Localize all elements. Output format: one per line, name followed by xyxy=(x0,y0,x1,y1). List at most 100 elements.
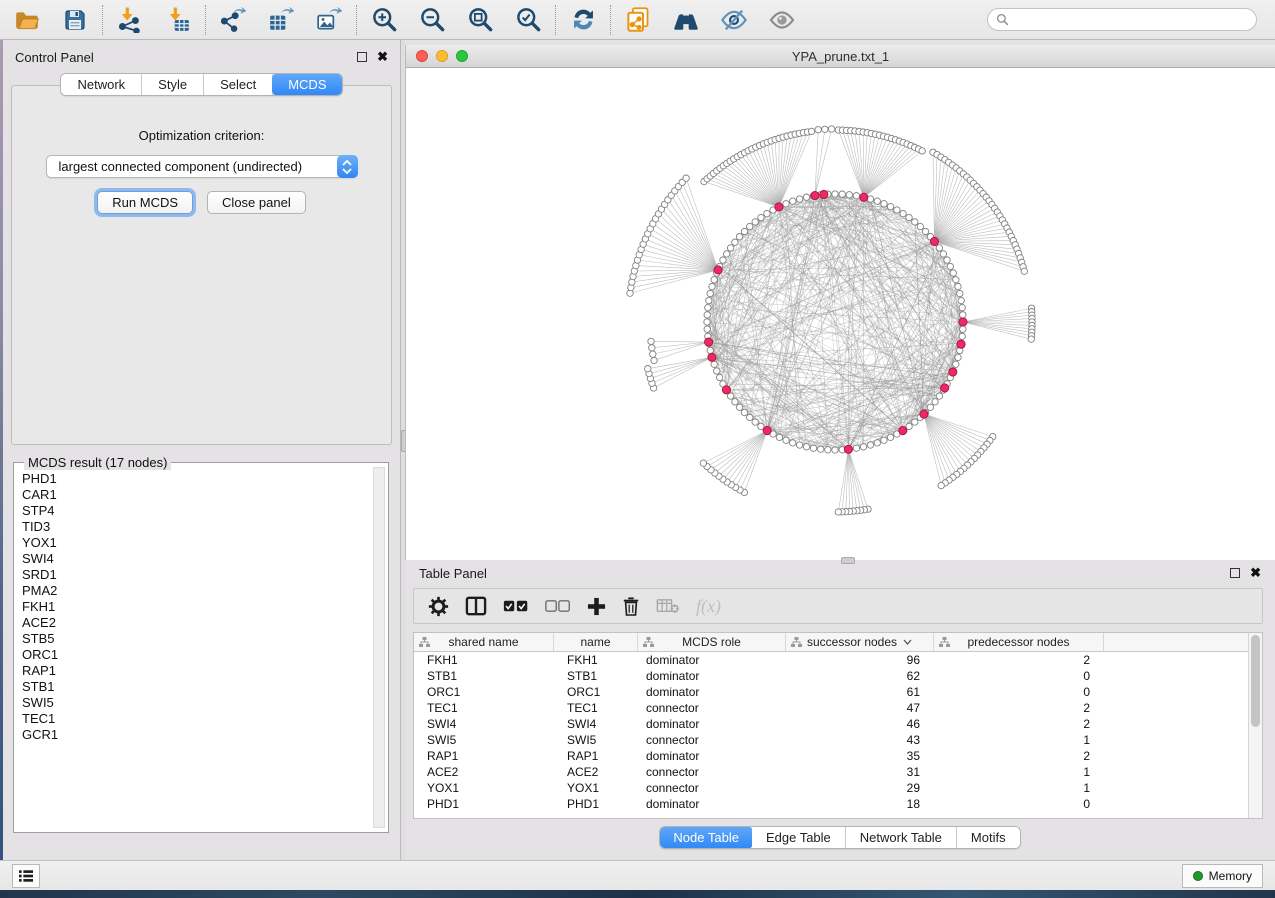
network-node[interactable] xyxy=(707,347,713,353)
mcds-result-item[interactable]: SRD1 xyxy=(18,567,372,583)
close-table-panel-icon[interactable]: ✖ xyxy=(1250,568,1261,578)
satellite-node[interactable] xyxy=(808,128,814,134)
tab-network-table[interactable]: Network Table xyxy=(846,827,957,848)
network-node[interactable] xyxy=(711,361,717,367)
table-scrollbar-thumb[interactable] xyxy=(1251,635,1260,727)
network-node[interactable] xyxy=(752,419,758,425)
network-node[interactable] xyxy=(917,223,923,229)
network-node[interactable] xyxy=(853,193,859,199)
mcds-hub-node[interactable] xyxy=(957,340,965,348)
network-node[interactable] xyxy=(707,290,713,296)
satellite-node[interactable] xyxy=(938,482,944,488)
network-node[interactable] xyxy=(747,223,753,229)
network-node[interactable] xyxy=(704,319,710,325)
network-node[interactable] xyxy=(711,277,717,283)
column-header-MCDS-role[interactable]: MCDS role xyxy=(638,633,786,651)
network-node[interactable] xyxy=(944,257,950,263)
table-settings-button[interactable] xyxy=(428,596,449,617)
table-row[interactable]: ORC1ORC1dominator610 xyxy=(414,684,1248,700)
mcds-result-item[interactable]: SWI4 xyxy=(18,551,372,567)
zoom-selected-button[interactable] xyxy=(513,5,543,35)
network-node[interactable] xyxy=(894,207,900,213)
tab-network[interactable]: Network xyxy=(61,74,142,95)
satellite-node[interactable] xyxy=(650,351,656,357)
table-row[interactable]: ACE2ACE2connector311 xyxy=(414,764,1248,780)
network-node[interactable] xyxy=(832,191,838,197)
satellite-node[interactable] xyxy=(648,338,654,344)
network-node[interactable] xyxy=(796,196,802,202)
satellite-node[interactable] xyxy=(683,175,689,181)
select-all-button[interactable] xyxy=(503,599,529,613)
run-mcds-button[interactable]: Run MCDS xyxy=(97,191,193,214)
network-node[interactable] xyxy=(881,201,887,207)
search-box[interactable] xyxy=(987,8,1257,31)
network-node[interactable] xyxy=(741,228,747,234)
satellite-node[interactable] xyxy=(651,357,657,363)
network-node[interactable] xyxy=(874,440,880,446)
network-node[interactable] xyxy=(927,404,933,410)
network-node[interactable] xyxy=(803,194,809,200)
network-node[interactable] xyxy=(758,214,764,220)
node-table-grid[interactable]: shared namenameMCDS rolesuccessor nodesp… xyxy=(414,633,1248,818)
network-node[interactable] xyxy=(747,414,753,420)
network-node[interactable] xyxy=(839,191,845,197)
mcds-result-item[interactable]: YOX1 xyxy=(18,535,372,551)
mcds-hub-node[interactable] xyxy=(920,410,928,418)
delete-column-button[interactable] xyxy=(622,596,640,616)
network-node[interactable] xyxy=(953,277,959,283)
table-row[interactable]: YOX1YOX1connector291 xyxy=(414,780,1248,796)
network-node[interactable] xyxy=(736,234,742,240)
mcds-result-item[interactable]: RAP1 xyxy=(18,663,372,679)
network-node[interactable] xyxy=(860,444,866,450)
table-scrollbar[interactable] xyxy=(1248,633,1262,818)
network-node[interactable] xyxy=(867,442,873,448)
network-node[interactable] xyxy=(922,228,928,234)
network-node[interactable] xyxy=(832,447,838,453)
column-header-name[interactable]: name xyxy=(554,633,638,651)
mcds-result-item[interactable]: TID3 xyxy=(18,519,372,535)
network-node[interactable] xyxy=(732,399,738,405)
network-node[interactable] xyxy=(959,333,965,339)
network-graph[interactable] xyxy=(406,68,1275,560)
network-node[interactable] xyxy=(796,442,802,448)
import-network-button[interactable] xyxy=(115,5,145,35)
network-node[interactable] xyxy=(817,446,823,452)
mcds-hub-node[interactable] xyxy=(899,426,907,434)
mcds-list-scrollbar[interactable] xyxy=(373,467,385,828)
network-node[interactable] xyxy=(960,312,966,318)
table-row[interactable]: SWI4SWI4dominator462 xyxy=(414,716,1248,732)
network-node[interactable] xyxy=(825,447,831,453)
network-node[interactable] xyxy=(940,251,946,257)
network-file-button[interactable] xyxy=(623,5,653,35)
mcds-result-item[interactable]: STB5 xyxy=(18,631,372,647)
mcds-result-item[interactable]: TEC1 xyxy=(18,711,372,727)
network-node[interactable] xyxy=(704,312,710,318)
satellite-node[interactable] xyxy=(822,126,828,132)
satellite-node[interactable] xyxy=(835,509,841,515)
network-node[interactable] xyxy=(736,404,742,410)
network-node[interactable] xyxy=(906,214,912,220)
satellite-node[interactable] xyxy=(919,148,925,154)
mcds-result-item[interactable]: PMA2 xyxy=(18,583,372,599)
hide-annotations-button[interactable] xyxy=(719,5,749,35)
export-table-button[interactable] xyxy=(266,5,296,35)
network-node[interactable] xyxy=(912,219,918,225)
satellite-node[interactable] xyxy=(700,460,706,466)
tab-node-table[interactable]: Node Table xyxy=(659,826,753,849)
mcds-hub-node[interactable] xyxy=(959,318,967,326)
network-canvas[interactable] xyxy=(406,68,1275,560)
table-row[interactable]: SWI5SWI5connector431 xyxy=(414,732,1248,748)
export-image-button[interactable] xyxy=(314,5,344,35)
import-table-button[interactable] xyxy=(163,5,193,35)
task-history-button[interactable] xyxy=(12,864,40,888)
network-node[interactable] xyxy=(790,198,796,204)
network-node[interactable] xyxy=(900,210,906,216)
function-builder-button[interactable]: f(x) xyxy=(696,596,721,617)
network-node[interactable] xyxy=(720,257,726,263)
mcds-result-list[interactable]: PHD1CAR1STP4TID3YOX1SWI4SRD1PMA2FKH1ACE2… xyxy=(18,471,372,828)
satellite-node[interactable] xyxy=(649,345,655,351)
network-node[interactable] xyxy=(936,245,942,251)
open-session-button[interactable] xyxy=(12,5,42,35)
mcds-result-item[interactable]: ACE2 xyxy=(18,615,372,631)
mcds-hub-node[interactable] xyxy=(714,266,722,274)
